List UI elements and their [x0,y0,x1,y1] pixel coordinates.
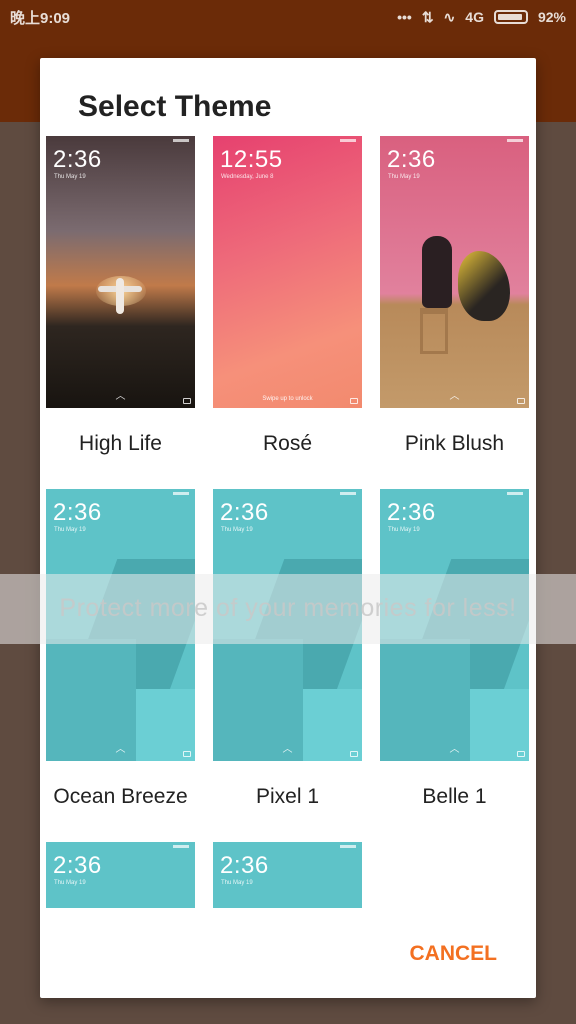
thumb-date: Thu May 19 [54,174,86,180]
dialog-title: Select Theme [78,90,272,123]
theme-thumbnail[interactable]: 2:36 Thu May 19 [46,842,195,908]
thumb-time: 2:36 [387,146,436,173]
status-time: 晚上9:09 [10,9,71,27]
network-type: 4G [465,9,484,25]
thumb-time: 2:36 [53,852,102,879]
theme-name: Pink Blush [404,432,505,455]
thumb-time: 12:55 [220,146,283,173]
data-arrows-icon: ⇅ [421,8,434,25]
status-bar: 晚上9:09 ••• ⇅ ∿ 4G 92% [0,0,576,34]
activity-icon: ∿ [443,8,456,25]
thumb-date: Thu May 19 [54,527,86,533]
camera-icon [183,751,191,757]
theme-tile-belle-1[interactable]: 2:36 Thu May 19 ︿ Belle 1 [380,489,529,817]
camera-icon [183,398,191,404]
signal-icon [173,492,189,495]
theme-thumbnail[interactable]: 2:36 Thu May 19 ︿ [46,136,195,408]
theme-thumbnail[interactable]: 2:36 Thu May 19 ︿ [213,489,362,761]
chevron-up-icon: ︿ [282,744,293,755]
chevron-up-icon: ︿ [115,391,126,402]
signal-icon [340,492,356,495]
swipe-hint: Swipe up to unlock [262,396,313,402]
camera-icon [350,398,358,404]
butterfly-wing [458,251,510,321]
thumb-time: 2:36 [220,499,269,526]
cancel-button[interactable]: CANCEL [410,942,498,966]
camera-icon [350,751,358,757]
more-dots-icon: ••• [397,9,412,25]
theme-thumbnail[interactable]: 12:55 Wednesday, June 8 Swipe up to unlo… [213,136,362,408]
camera-icon [517,751,525,757]
thumb-date: Thu May 19 [388,527,420,533]
signal-icon [507,492,523,495]
thumb-date: Wednesday, June 8 [221,174,274,180]
camera-icon [517,398,525,404]
theme-tile-ocean-breeze[interactable]: 2:36 Thu May 19 ︿ Ocean Breeze [46,489,195,817]
theme-name: Ocean Breeze [53,785,188,808]
battery-percent: 92% [537,9,566,25]
signal-icon [507,139,523,142]
select-theme-dialog: Select Theme 2:36 Thu May 19 ︿ High Life… [40,58,536,998]
signal-icon [173,845,189,848]
thumb-time: 2:36 [53,146,102,173]
thumb-date: Thu May 19 [221,527,253,533]
thumb-time: 2:36 [53,499,102,526]
theme-name: Belle 1 [422,785,487,808]
theme-name: High Life [79,432,162,455]
thumb-date: Thu May 19 [54,880,86,886]
thumb-time: 2:36 [220,852,269,879]
theme-thumbnail[interactable]: 2:36 Thu May 19 ︿ [380,489,529,761]
theme-tile-high-life[interactable]: 2:36 Thu May 19 ︿ High Life [46,136,195,464]
theme-tile-pixel-1[interactable]: 2:36 Thu May 19 ︿ Pixel 1 [213,489,362,817]
theme-tile-7[interactable]: 2:36 Thu May 19 [46,842,195,908]
theme-tile-pink-blush[interactable]: 2:36 Thu May 19 ︿ Pink Blush [380,136,529,464]
theme-name: Rosé [262,432,313,455]
chevron-up-icon: ︿ [449,391,460,402]
thumb-time: 2:36 [387,499,436,526]
battery-icon [493,10,528,24]
signal-icon [340,845,356,848]
thumb-date: Thu May 19 [388,174,420,180]
thumb-date: Thu May 19 [221,880,253,886]
signal-icon [340,139,356,142]
girl-figure [422,236,452,308]
theme-grid[interactable]: 2:36 Thu May 19 ︿ High Life 12:55 Wednes… [46,136,530,908]
theme-tile-rose[interactable]: 12:55 Wednesday, June 8 Swipe up to unlo… [213,136,362,464]
chair [420,308,448,354]
theme-name: Pixel 1 [255,785,320,808]
signal-icon [173,139,189,142]
theme-thumbnail[interactable]: 2:36 Thu May 19 ︿ [380,136,529,408]
theme-thumbnail[interactable]: 2:36 Thu May 19 ︿ [46,489,195,761]
chevron-up-icon: ︿ [449,744,460,755]
airplane-body [116,278,124,314]
chevron-up-icon: ︿ [115,744,126,755]
theme-thumbnail[interactable]: 2:36 Thu May 19 [213,842,362,908]
theme-tile-8[interactable]: 2:36 Thu May 19 [213,842,362,908]
